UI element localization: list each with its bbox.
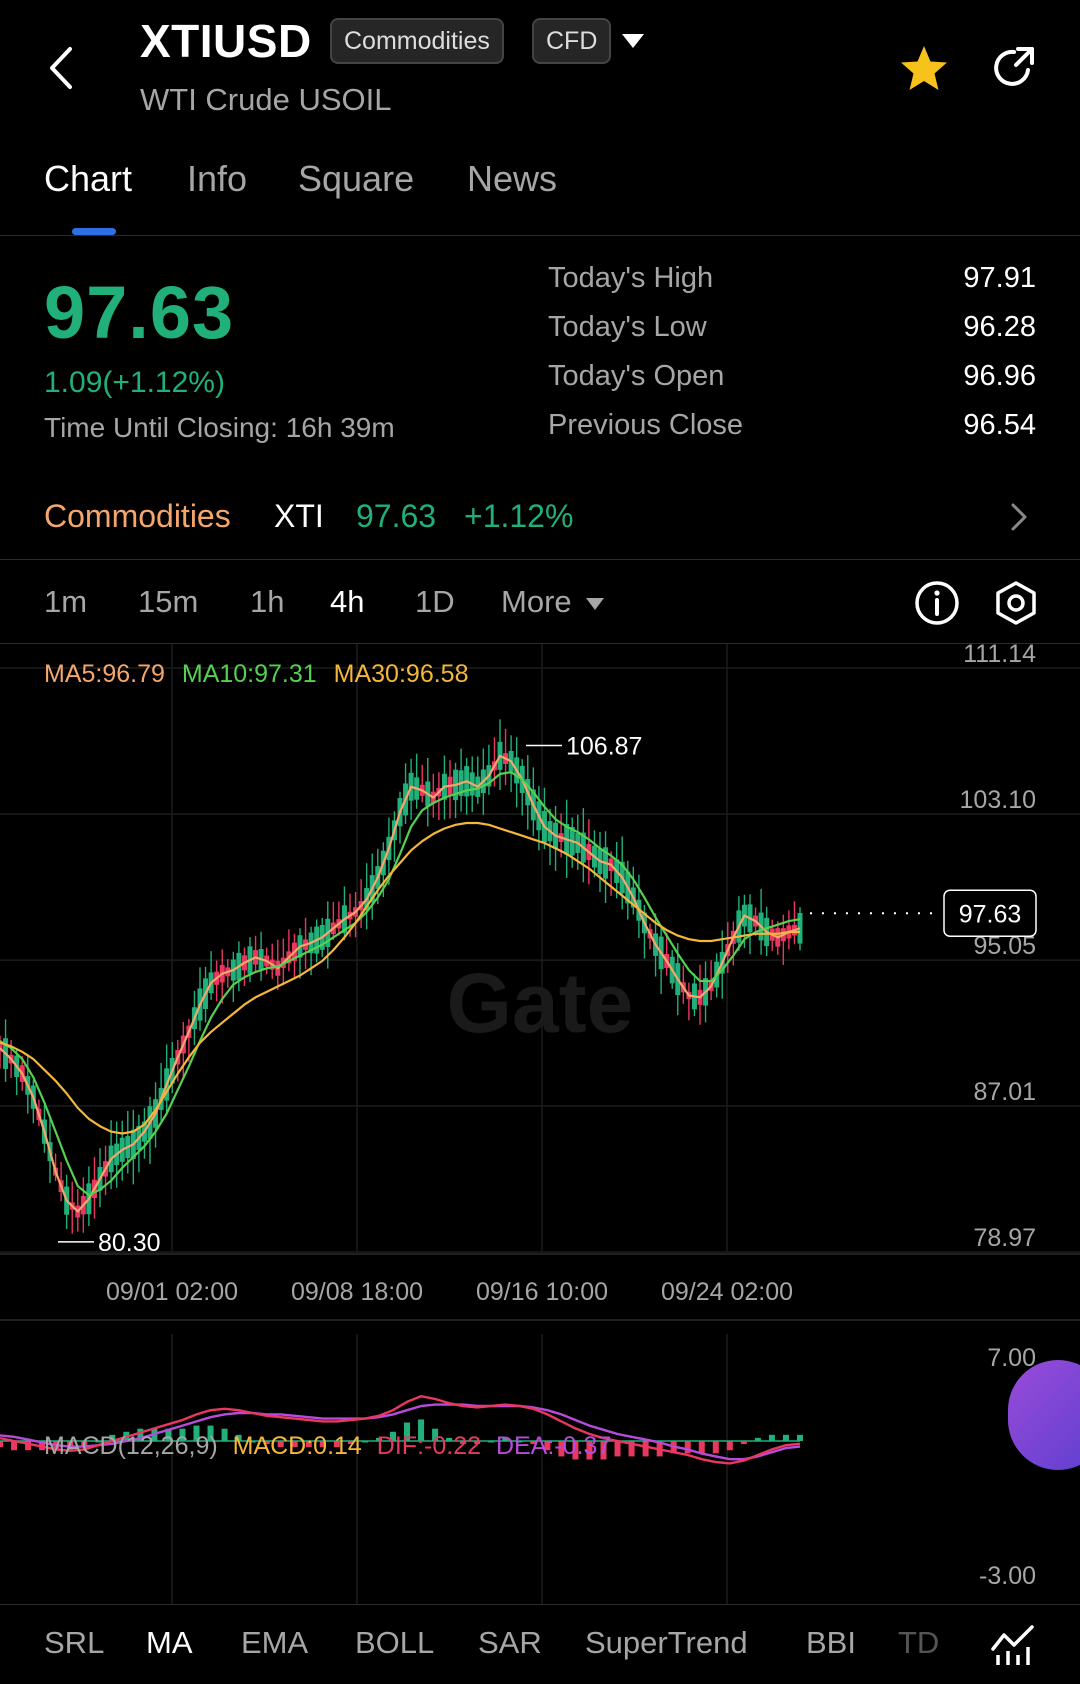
- macd-histogram-bar: [698, 1441, 705, 1454]
- x-axis-label: 09/24 02:00: [661, 1278, 793, 1306]
- macd-histogram-bar: [726, 1441, 733, 1451]
- price-change: 1.09(+1.12%): [44, 366, 225, 399]
- ma30-label: MA30:96.58: [333, 660, 469, 688]
- macd-histogram-bar: [642, 1441, 649, 1457]
- instrument-subtitle: WTI Crude USOIL: [140, 82, 392, 117]
- share-icon[interactable]: [990, 44, 1038, 92]
- x-axis-label: 09/08 18:00: [291, 1278, 423, 1306]
- min-price-label: 80.30: [98, 1229, 161, 1257]
- sector-change: +1.12%: [464, 498, 574, 534]
- caret-down-icon: [586, 597, 605, 610]
- indicator-chart-icon[interactable]: [990, 1623, 1036, 1667]
- tab-square[interactable]: Square: [298, 158, 414, 200]
- stat-value-high: 97.91: [963, 262, 1036, 294]
- symbol-title: XTIUSD: [140, 15, 312, 67]
- chevron-left-icon: [50, 47, 72, 89]
- interval-more[interactable]: More: [501, 584, 605, 620]
- indicator-supertrend[interactable]: SuperTrend: [585, 1625, 748, 1661]
- interval-more-label: More: [501, 584, 572, 619]
- indicator-sar[interactable]: SAR: [478, 1625, 542, 1661]
- sector-name: Commodities: [44, 498, 231, 534]
- last-price: 97.63: [44, 271, 235, 354]
- x-axis-label: 09/01 02:00: [106, 1278, 238, 1306]
- tab-chart[interactable]: Chart: [44, 158, 132, 200]
- main-tabs: Chart Info Square News: [0, 150, 1080, 236]
- stat-value-prev-close: 96.54: [963, 409, 1036, 441]
- indicator-boll[interactable]: BOLL: [355, 1625, 434, 1661]
- watermark-text: Gate: [447, 956, 634, 1050]
- gear-icon[interactable]: [994, 580, 1038, 626]
- macd-histogram-bar: [712, 1441, 719, 1454]
- stat-label-low: Today's Low: [548, 311, 707, 343]
- indicator-td[interactable]: TD: [898, 1625, 939, 1661]
- macd-histogram-bar: [0, 1441, 3, 1448]
- dea-value: DEA:-0.37: [495, 1432, 612, 1460]
- interval-1d[interactable]: 1D: [415, 584, 455, 620]
- macd-axis-label: -3.00: [979, 1562, 1036, 1590]
- stat-label-prev-close: Previous Close: [548, 409, 744, 441]
- indicator-srl[interactable]: SRL: [44, 1625, 104, 1661]
- stat-label-high: Today's High: [548, 262, 714, 294]
- back-button[interactable]: [40, 40, 80, 96]
- macd-histogram-bar: [684, 1441, 691, 1454]
- stat-label-open: Today's Open: [548, 360, 725, 392]
- macd-histogram-bar: [614, 1441, 621, 1457]
- interval-bar: 1m 15m 1h 4h 1D More: [0, 560, 1080, 644]
- macd-histogram-bar: [768, 1434, 775, 1441]
- stat-value-open: 96.96: [963, 360, 1036, 392]
- market-tag: Commodities: [330, 18, 504, 64]
- chevron-right-icon: [1011, 503, 1027, 531]
- interval-1h[interactable]: 1h: [250, 584, 284, 620]
- sector-symbol: XTI: [274, 498, 324, 534]
- active-tab-indicator: [72, 228, 116, 235]
- indicator-bar: SRL MA EMA BOLL SAR SuperTrend BBI TD: [0, 1604, 1080, 1684]
- interval-1m[interactable]: 1m: [44, 584, 87, 620]
- indicator-ema[interactable]: EMA: [241, 1625, 308, 1661]
- macd-histogram-bar: [797, 1434, 803, 1441]
- chart-area[interactable]: MA5:96.79 MA10:97.31 MA30:96.58 111.14 10…: [0, 640, 1080, 1604]
- interval-4h[interactable]: 4h: [330, 584, 364, 620]
- stat-value-low: 96.28: [963, 311, 1036, 343]
- sector-row[interactable]: Commodities XTI 97.63 +1.12%: [0, 488, 1080, 560]
- closing-value: 16h 39m: [285, 412, 395, 443]
- tab-news[interactable]: News: [467, 158, 557, 200]
- caret-down-icon[interactable]: [622, 34, 644, 48]
- price-axis-label: 111.14: [963, 644, 1036, 668]
- interval-15m[interactable]: 15m: [138, 584, 198, 620]
- indicator-ma[interactable]: MA: [146, 1625, 193, 1661]
- info-icon[interactable]: [914, 580, 960, 626]
- star-icon[interactable]: [898, 44, 950, 94]
- sector-price: 97.63: [356, 498, 437, 534]
- dif-value: DIF:-0.22: [376, 1432, 481, 1460]
- cfd-tag: CFD: [532, 18, 612, 64]
- macd-histogram-bar: [782, 1434, 789, 1441]
- closing-countdown: Time Until Closing: 16h 39m: [44, 412, 395, 444]
- ma10-label: MA10:97.31: [181, 660, 317, 688]
- ma5-label: MA5:96.79: [44, 660, 165, 688]
- ma-legend: MA5:96.79 MA10:97.31 MA30:96.58: [44, 660, 468, 689]
- macd-title: MACD(12,26,9): [44, 1432, 218, 1460]
- price-axis-label: 103.10: [960, 786, 1036, 814]
- max-price-label: 106.87: [566, 733, 642, 761]
- indicator-bbi[interactable]: BBI: [806, 1625, 856, 1661]
- price-axis-label: 78.97: [973, 1224, 1036, 1252]
- tab-info[interactable]: Info: [187, 158, 247, 200]
- macd-value: MACD:0.14: [232, 1432, 362, 1460]
- price-axis-label: 87.01: [973, 1078, 1036, 1106]
- closing-label: Time Until Closing:: [44, 412, 278, 443]
- last-price-label: 97.63: [959, 900, 1022, 928]
- x-axis-label: 09/16 10:00: [476, 1278, 608, 1306]
- header: XTIUSD Commodities CFD WTI Crude USOIL: [0, 0, 1080, 130]
- macd-legend: MACD(12,26,9) MACD:0.14 DIF:-0.22 DEA:-0…: [44, 1432, 611, 1461]
